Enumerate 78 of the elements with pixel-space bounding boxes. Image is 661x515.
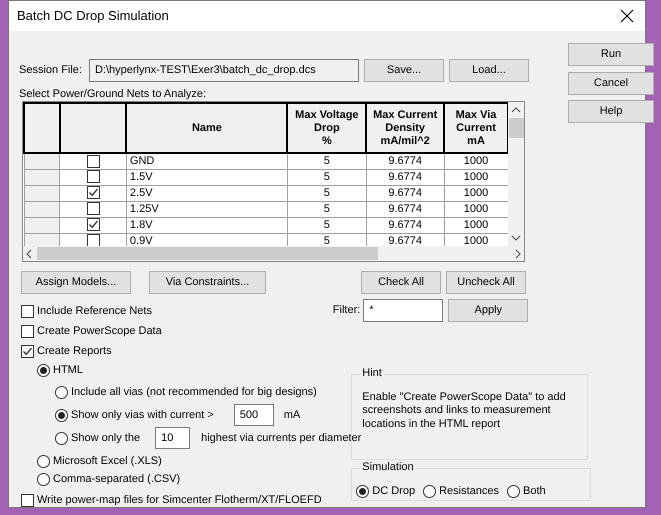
option-label: Include Reference Nets [37, 304, 152, 318]
checkbox[interactable] [86, 202, 100, 216]
hint-text: Enable "Create PowerScope Data" to add screenshots and links to measurement locations in the HTML report [362, 391, 567, 431]
unit-label: mA [284, 408, 300, 422]
checkbox[interactable] [86, 170, 100, 184]
table-cell: 9.6774 [366, 169, 444, 186]
dialog-button[interactable]: Cancel [568, 72, 654, 95]
column-header[interactable]: Max Current Density mA/mil^2 [366, 103, 444, 154]
radio-button[interactable] [37, 364, 50, 377]
checkbox[interactable] [86, 186, 100, 200]
checkbox[interactable] [86, 154, 100, 168]
button[interactable]: Load... [448, 59, 529, 82]
checkbox[interactable] [86, 234, 100, 246]
radio-button[interactable] [356, 484, 370, 498]
radio-button[interactable] [55, 432, 68, 445]
option-label: highest via currents per diameter [201, 432, 362, 445]
horizontal-scrollbar[interactable] [23, 246, 524, 262]
section-label: Select Power/Ground Nets to Analyze: [19, 88, 208, 102]
option-label: Resistances [439, 484, 500, 498]
button[interactable]: Uncheck All [446, 271, 526, 294]
vertical-scrollbar[interactable] [508, 102, 524, 246]
dialog-button[interactable]: Help [568, 100, 654, 123]
option-label: Comma-separated (.CSV) [53, 472, 180, 486]
option-label: Write power-map files for Simcenter Flotherm/XT/FLOEFD [37, 494, 322, 507]
checkbox[interactable] [21, 494, 34, 507]
option-label: Show only the [71, 432, 140, 445]
button[interactable]: Assign Models... [21, 271, 131, 294]
window-title: Batch DC Drop Simulation [17, 8, 169, 24]
checkbox[interactable] [21, 324, 34, 338]
radio-button[interactable] [37, 472, 50, 486]
row-header[interactable] [24, 153, 60, 170]
table-cell: 5 [287, 201, 366, 218]
scroll-thumb[interactable] [508, 118, 524, 138]
table-cell: 2.5V [126, 185, 288, 202]
option-label: Show only vias with current > [71, 408, 214, 422]
column-header[interactable]: Max Voltage Drop % [287, 103, 366, 154]
radio-button[interactable] [55, 386, 68, 399]
table-cell: 9.6774 [366, 185, 444, 202]
checkbox[interactable] [86, 218, 100, 232]
close-icon [620, 9, 634, 23]
option-label: Include all vias (not recommended for big designs) [71, 386, 317, 399]
filter-field[interactable]: * [363, 299, 444, 322]
button[interactable]: Via Constraints... [149, 271, 266, 294]
table-cell: 5 [287, 217, 366, 234]
option-label: Create PowerScope Data [37, 324, 162, 338]
number-field[interactable]: 10 [155, 427, 190, 450]
table-cell: 1.8V [126, 217, 288, 234]
column-header[interactable]: Max Via Current mA [444, 103, 508, 154]
filter-label: Filter: [332, 304, 360, 318]
table-cell: 9.6774 [366, 153, 444, 170]
session-file-label: Session File: [19, 64, 82, 78]
table-cell: 9.6774 [366, 217, 444, 234]
dialog-button[interactable]: Run [568, 43, 654, 66]
button[interactable]: Apply [448, 299, 528, 322]
table-cell: 5 [287, 169, 366, 186]
column-header[interactable]: Name [126, 103, 288, 154]
table-cell: 1.25V [126, 201, 288, 218]
option-label: Microsoft Excel (.XLS) [53, 454, 162, 468]
checkbox[interactable] [21, 304, 34, 318]
option-label: DC Drop [372, 484, 416, 498]
table-cell: 5 [287, 185, 366, 202]
radio-button[interactable] [55, 408, 68, 422]
scroll-thumb[interactable] [37, 247, 378, 260]
option-label: HTML [53, 364, 83, 377]
radio-button[interactable] [37, 454, 50, 468]
radio-button[interactable] [507, 484, 520, 498]
table-cell: 5 [287, 153, 366, 170]
option-label: Both [523, 484, 546, 498]
session-file-field[interactable]: D:\hyperlynx-TEST\Exer3\batch_dc_drop.dcs [88, 59, 359, 82]
table-cell: 1.5V [126, 169, 288, 186]
table-cell: 9.6774 [366, 201, 444, 218]
button[interactable]: Save... [364, 59, 444, 82]
table-cell: GND [126, 153, 288, 170]
option-label: Create Reports [37, 344, 112, 358]
radio-button[interactable] [423, 484, 436, 498]
number-field[interactable]: 500 [234, 404, 274, 426]
checkbox[interactable] [21, 344, 34, 358]
button[interactable]: Check All [361, 271, 441, 294]
